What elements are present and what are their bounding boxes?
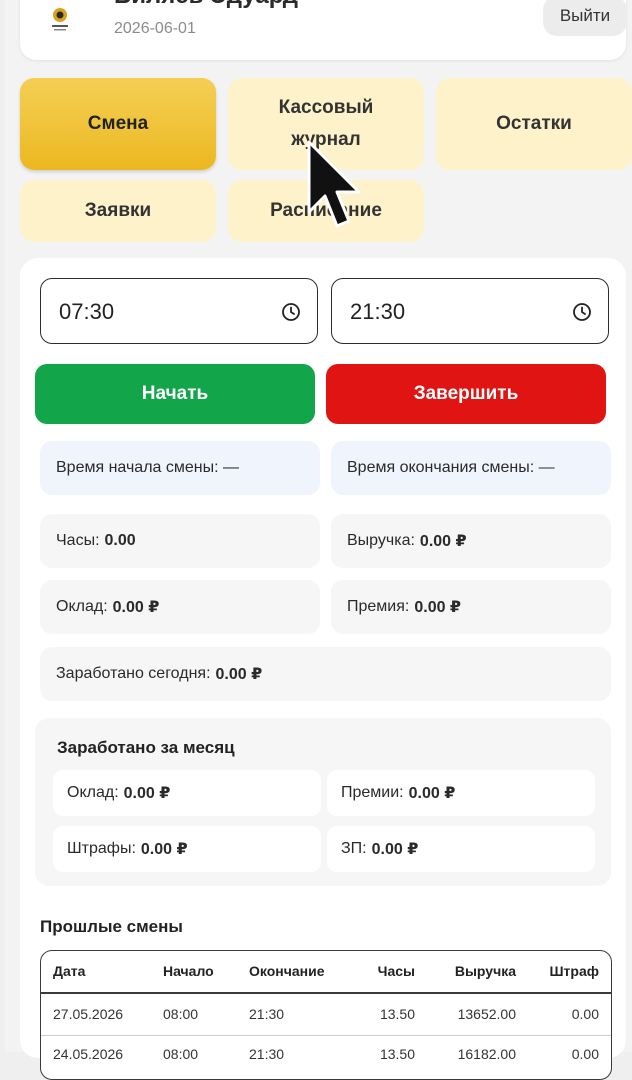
month-value: 0.00 ₽ xyxy=(408,785,456,802)
tab-label: Смена xyxy=(87,113,149,134)
tab-label: Остатки xyxy=(496,113,572,134)
month-value: 0.00 ₽ xyxy=(140,841,188,858)
info-value: 0.00 ₽ xyxy=(112,599,160,616)
month-earnings-card: Заработано за месяц Оклад: 0.00 ₽ Премии:… xyxy=(35,718,611,886)
info-label: Премия: xyxy=(347,598,410,615)
table-cell: 0.00 xyxy=(571,1046,599,1062)
logout-button[interactable]: Выйти xyxy=(543,0,627,36)
start-shift-button[interactable]: Начать xyxy=(35,364,315,424)
month-title: Заработано за месяц xyxy=(57,738,235,757)
info-label: Выручка: xyxy=(347,532,415,549)
table-cell: 16182.00 xyxy=(457,1046,516,1062)
mouse-cursor-icon xyxy=(307,140,361,228)
info-value: 0.00 ₽ xyxy=(215,666,263,683)
table-cell: 24.05.2026 xyxy=(53,1046,124,1062)
header-date: 2026-06-01 xyxy=(114,20,196,37)
month-label: ЗП: xyxy=(341,840,367,857)
tab-requests[interactable]: Заявки xyxy=(20,180,216,242)
clock-icon xyxy=(282,303,300,321)
column-header: Выручка xyxy=(454,963,516,979)
table-cell: 27.05.2026 xyxy=(53,1006,124,1022)
tab-stock[interactable]: Остатки xyxy=(436,78,632,170)
info-value: — xyxy=(223,459,240,476)
end-time-input[interactable]: 21:30 xyxy=(331,278,609,344)
header-divider xyxy=(41,992,611,994)
info-label: Часы: xyxy=(56,532,100,549)
info-value: 0.00 ₽ xyxy=(419,533,467,550)
month-value: 0.00 ₽ xyxy=(123,785,171,802)
table-cell: 21:30 xyxy=(249,1006,285,1022)
table-cell: 21:30 xyxy=(249,1046,285,1062)
company-logo xyxy=(52,8,68,31)
info-label: Оклад: xyxy=(56,598,108,615)
header-card: Биляев Эдуард 2026-06-01 Выйти xyxy=(20,0,627,60)
revenue-info: Выручка: 0.00 ₽ xyxy=(331,514,611,568)
clock-icon xyxy=(573,303,591,321)
end-time-value: 21:30 xyxy=(350,299,406,324)
salary-info: Оклад: 0.00 ₽ xyxy=(40,580,320,634)
shift-end-info: Время окончания смены: — xyxy=(331,441,611,495)
month-label: Премии: xyxy=(341,784,404,801)
table-cell: 0.00 xyxy=(571,1006,599,1022)
info-value: 0.00 xyxy=(104,532,136,549)
info-label: Время окончания смены: xyxy=(347,459,535,476)
column-header: Дата xyxy=(53,963,86,979)
month-value: 0.00 ₽ xyxy=(371,841,419,858)
start-time-input[interactable]: 07:30 xyxy=(40,278,318,344)
info-value: — xyxy=(538,459,555,476)
month-fines: Штрафы: 0.00 ₽ xyxy=(53,826,321,872)
month-salary: Оклад: 0.00 ₽ xyxy=(53,770,321,816)
table-cell: 08:00 xyxy=(163,1046,199,1062)
month-bonuses: Премии: 0.00 ₽ xyxy=(327,770,595,816)
earned-today-info: Заработано сегодня: 0.00 ₽ xyxy=(40,647,611,701)
tab-shift[interactable]: Смена xyxy=(20,78,216,170)
month-label: Оклад: xyxy=(67,784,119,801)
column-header: Часы xyxy=(377,963,415,979)
tab-label: Заявки xyxy=(84,200,152,221)
user-name: Биляев Эдуард xyxy=(114,0,298,10)
start-time-value: 07:30 xyxy=(59,299,115,324)
month-label: Штрафы: xyxy=(67,840,136,857)
table-cell: 13652.00 xyxy=(457,1006,516,1022)
table-cell: 08:00 xyxy=(163,1006,199,1022)
end-shift-button[interactable]: Завершить xyxy=(326,364,606,424)
table-cell: 13.50 xyxy=(379,1006,415,1022)
shift-start-info: Время начала смены: — xyxy=(40,441,320,495)
info-label: Заработано сегодня: xyxy=(56,665,211,682)
past-shifts-title: Прошлые смены xyxy=(40,917,183,936)
row-divider xyxy=(41,1035,611,1036)
column-header: Штраф xyxy=(549,963,599,979)
bonus-info: Премия: 0.00 ₽ xyxy=(331,580,611,634)
column-header: Окончание xyxy=(249,963,325,979)
column-header: Начало xyxy=(163,963,214,979)
month-pay: ЗП: 0.00 ₽ xyxy=(327,826,595,872)
info-label: Время начала смены: xyxy=(56,459,219,476)
past-shifts-table: Дата Начало Окончание Часы Выручка Штраф… xyxy=(40,950,612,1080)
table-cell: 13.50 xyxy=(379,1046,415,1062)
info-value: 0.00 ₽ xyxy=(414,599,462,616)
hours-info: Часы: 0.00 xyxy=(40,514,320,568)
